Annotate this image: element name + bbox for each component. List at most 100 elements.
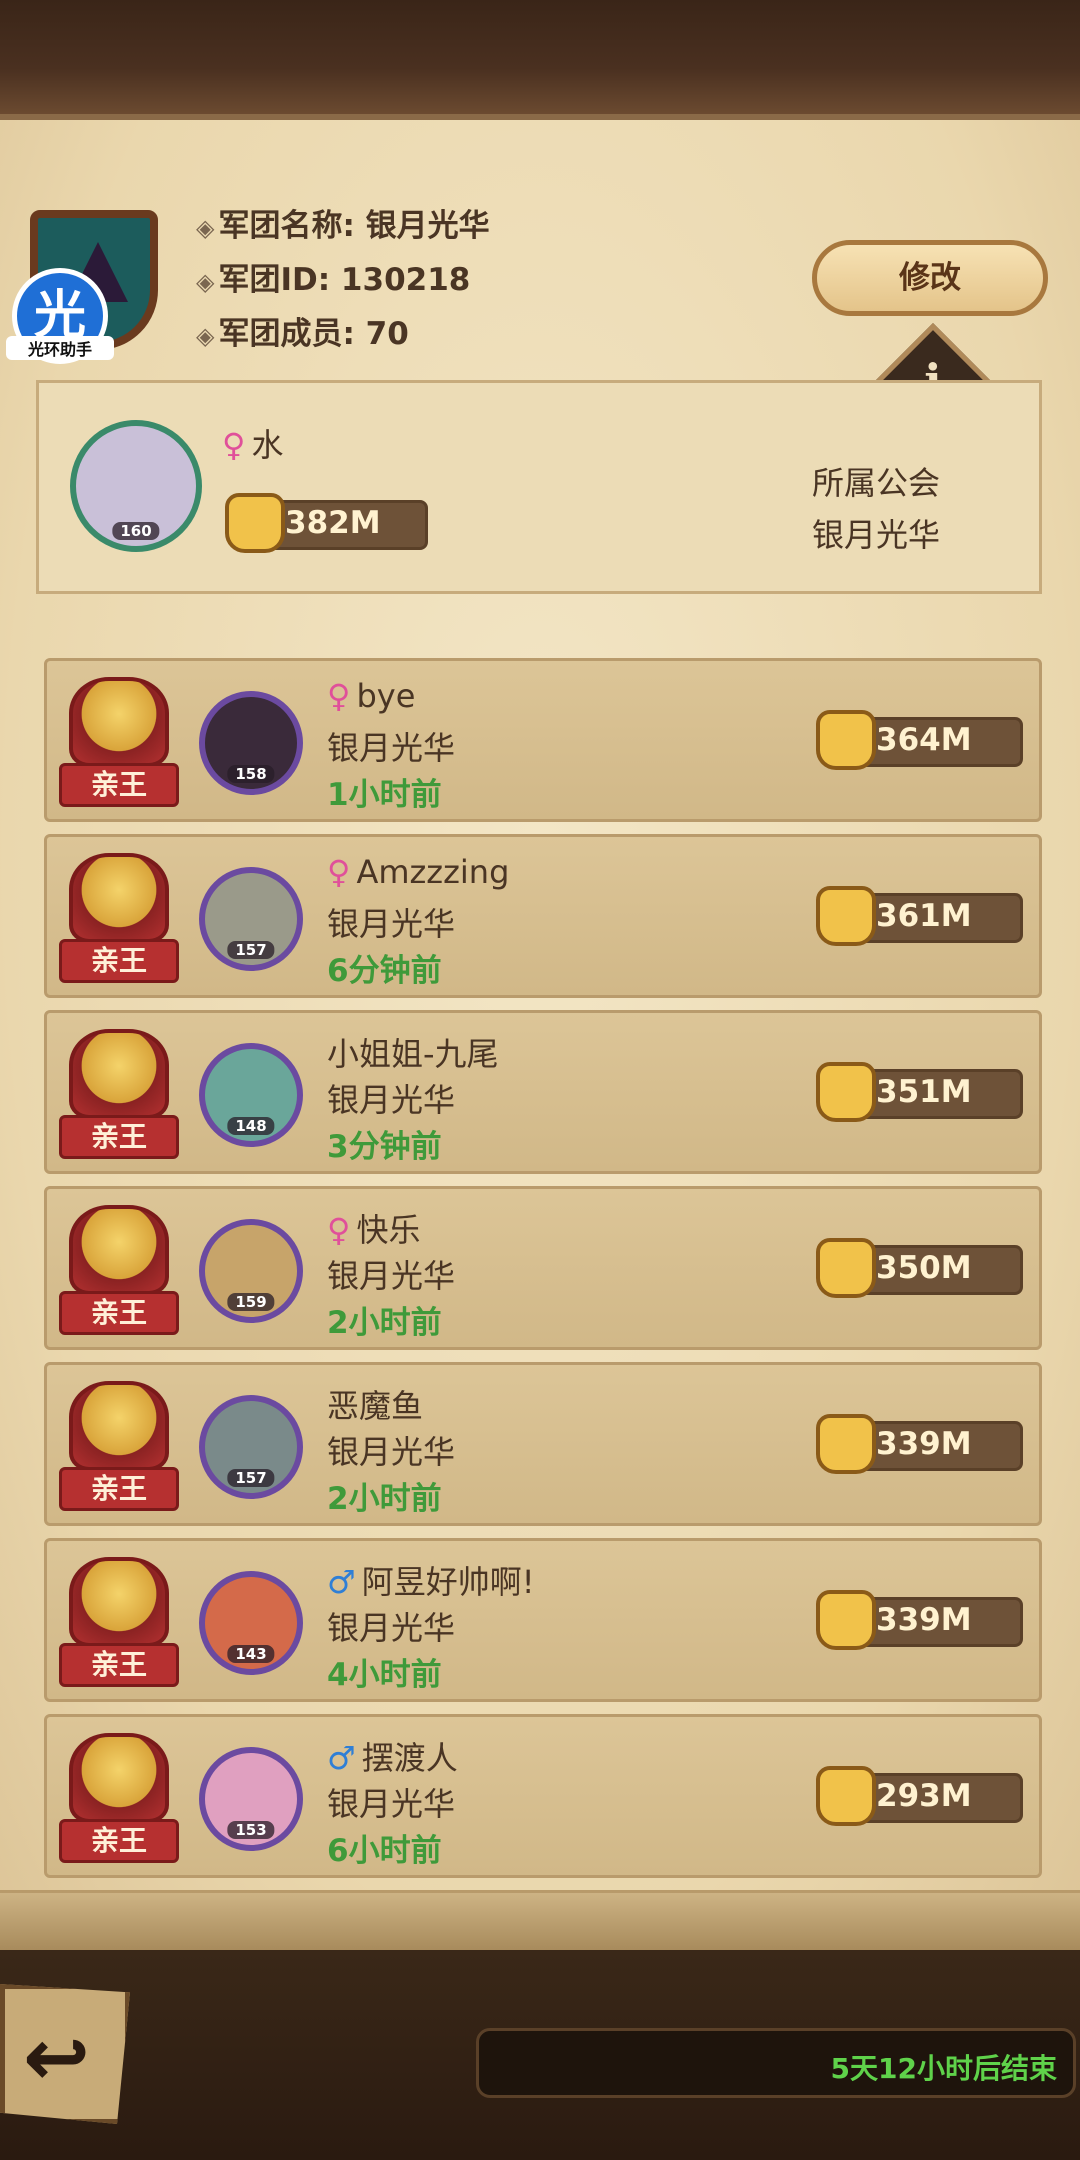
member-guild: 银月光华 xyxy=(327,729,456,767)
member-power: 361M xyxy=(816,886,1023,946)
rank-label: 亲王 xyxy=(59,1467,179,1511)
fist-power-icon xyxy=(816,1238,876,1298)
fist-power-icon xyxy=(816,1414,876,1474)
member-guild: 银月光华 xyxy=(327,905,456,943)
rank-badge: 亲王 xyxy=(59,1381,179,1515)
watermark-logo: 光 光环助手 xyxy=(6,268,114,368)
fist-power-icon xyxy=(816,710,876,770)
male-icon: ♂ xyxy=(327,1563,356,1601)
member-level: 157 xyxy=(227,941,275,959)
fist-power-icon xyxy=(816,886,876,946)
watermark-text: 光环助手 xyxy=(6,336,114,360)
member-last-online: 1小时前 xyxy=(327,777,442,813)
rank-label: 亲王 xyxy=(59,939,179,983)
rank-label: 亲王 xyxy=(59,1291,179,1335)
rank-badge: 亲王 xyxy=(59,1029,179,1163)
diamond-bullet-icon: ◈ xyxy=(196,322,215,350)
member-guild: 银月光华 xyxy=(327,1785,456,1823)
female-icon: ♀ xyxy=(327,1211,351,1249)
back-button[interactable]: ↩ xyxy=(0,1984,130,2124)
fist-power-icon xyxy=(816,1766,876,1826)
crown-icon xyxy=(69,853,169,943)
female-icon: ♀ xyxy=(222,426,246,464)
member-name: 小姐姐-九尾 xyxy=(327,1035,499,1073)
fist-power-icon xyxy=(225,493,285,553)
member-level: 157 xyxy=(227,1469,275,1487)
fist-power-icon xyxy=(816,1062,876,1122)
guild-id-info: ◈ 军团ID: 130218 xyxy=(196,262,471,298)
member-row[interactable]: 亲王 157 恶魔鱼 银月光华 2小时前 339M xyxy=(44,1362,1042,1526)
top-bar xyxy=(0,0,1080,120)
member-guild: 银月光华 xyxy=(327,1257,456,1295)
member-last-online: 2小时前 xyxy=(327,1305,442,1341)
member-guild: 银月光华 xyxy=(327,1433,456,1471)
member-avatar[interactable]: 159 xyxy=(199,1219,303,1323)
member-row[interactable]: 亲王 159 ♀ 快乐 银月光华 2小时前 350M xyxy=(44,1186,1042,1350)
rank-label: 亲王 xyxy=(59,1819,179,1863)
member-row[interactable]: 亲王 148 小姐姐-九尾 银月光华 3分钟前 351M xyxy=(44,1010,1042,1174)
guild-name-info: ◈ 军团名称: 银月光华 xyxy=(196,208,490,244)
member-power: 350M xyxy=(816,1238,1023,1298)
diamond-bullet-icon: ◈ xyxy=(196,214,215,242)
crown-icon xyxy=(69,1733,169,1823)
member-last-online: 3分钟前 xyxy=(327,1129,442,1165)
member-level: 148 xyxy=(227,1117,275,1135)
member-avatar[interactable]: 148 xyxy=(199,1043,303,1147)
crown-icon xyxy=(69,677,169,767)
member-name: ♀ bye xyxy=(327,677,416,715)
fist-power-icon xyxy=(816,1590,876,1650)
female-icon: ♀ xyxy=(327,677,351,715)
countdown-text: 5天12小时后结束 xyxy=(830,2052,1057,2085)
rank-badge: 亲王 xyxy=(59,1557,179,1691)
countdown-box: 5天12小时后结束 xyxy=(476,2028,1076,2098)
member-avatar[interactable]: 143 xyxy=(199,1571,303,1675)
member-last-online: 2小时前 xyxy=(327,1481,442,1517)
member-guild: 银月光华 xyxy=(327,1609,456,1647)
male-icon: ♂ xyxy=(327,1739,356,1777)
crown-icon xyxy=(69,1381,169,1471)
member-power: 339M xyxy=(816,1414,1023,1474)
member-avatar[interactable]: 153 xyxy=(199,1747,303,1851)
member-guild: 银月光华 xyxy=(327,1081,456,1119)
self-power: 382M xyxy=(225,493,428,553)
member-row[interactable]: 亲王 143 ♂ 阿昱好帅啊! 银月光华 4小时前 339M xyxy=(44,1538,1042,1702)
rank-badge: 亲王 xyxy=(59,1733,179,1867)
member-level: 143 xyxy=(227,1645,275,1663)
member-row[interactable]: 亲王 158 ♀ bye 银月光华 1小时前 364M xyxy=(44,658,1042,822)
member-name: 恶魔鱼 xyxy=(327,1387,424,1425)
member-power: 293M xyxy=(816,1766,1023,1826)
member-name: ♀ Amzzzing xyxy=(327,853,510,891)
member-last-online: 6分钟前 xyxy=(327,953,442,989)
crown-icon xyxy=(69,1557,169,1647)
member-last-online: 4小时前 xyxy=(327,1657,442,1693)
member-level: 153 xyxy=(227,1821,275,1839)
rank-badge: 亲王 xyxy=(59,677,179,811)
member-level: 158 xyxy=(227,765,275,783)
member-last-online: 6小时前 xyxy=(327,1833,442,1869)
edit-button[interactable]: 修改 xyxy=(812,240,1048,316)
self-avatar[interactable]: 160 xyxy=(70,420,202,552)
self-guild-title: 所属公会 xyxy=(812,464,941,502)
rank-label: 亲王 xyxy=(59,1115,179,1159)
rank-badge: 亲王 xyxy=(59,1205,179,1339)
rank-label: 亲王 xyxy=(59,763,179,807)
member-name: ♀ 快乐 xyxy=(327,1211,421,1249)
member-power: 339M xyxy=(816,1590,1023,1650)
crown-icon xyxy=(69,1205,169,1295)
member-avatar[interactable]: 157 xyxy=(199,1395,303,1499)
crown-icon xyxy=(69,1029,169,1119)
self-guild-name: 银月光华 xyxy=(812,516,941,554)
member-row[interactable]: 亲王 157 ♀ Amzzzing 银月光华 6分钟前 361M xyxy=(44,834,1042,998)
member-avatar[interactable]: 158 xyxy=(199,691,303,795)
guild-members-info: ◈ 军团成员: 70 xyxy=(196,316,409,352)
member-row[interactable]: 亲王 153 ♂ 摆渡人 银月光华 6小时前 293M xyxy=(44,1714,1042,1878)
member-avatar[interactable]: 157 xyxy=(199,867,303,971)
member-name: ♂ 阿昱好帅啊! xyxy=(327,1563,535,1601)
member-power: 364M xyxy=(816,710,1023,770)
self-name: ♀ 水 xyxy=(222,426,284,464)
female-icon: ♀ xyxy=(327,853,351,891)
member-level: 159 xyxy=(227,1293,275,1311)
diamond-bullet-icon: ◈ xyxy=(196,268,215,296)
rank-badge: 亲王 xyxy=(59,853,179,987)
member-name: ♂ 摆渡人 xyxy=(327,1739,458,1777)
